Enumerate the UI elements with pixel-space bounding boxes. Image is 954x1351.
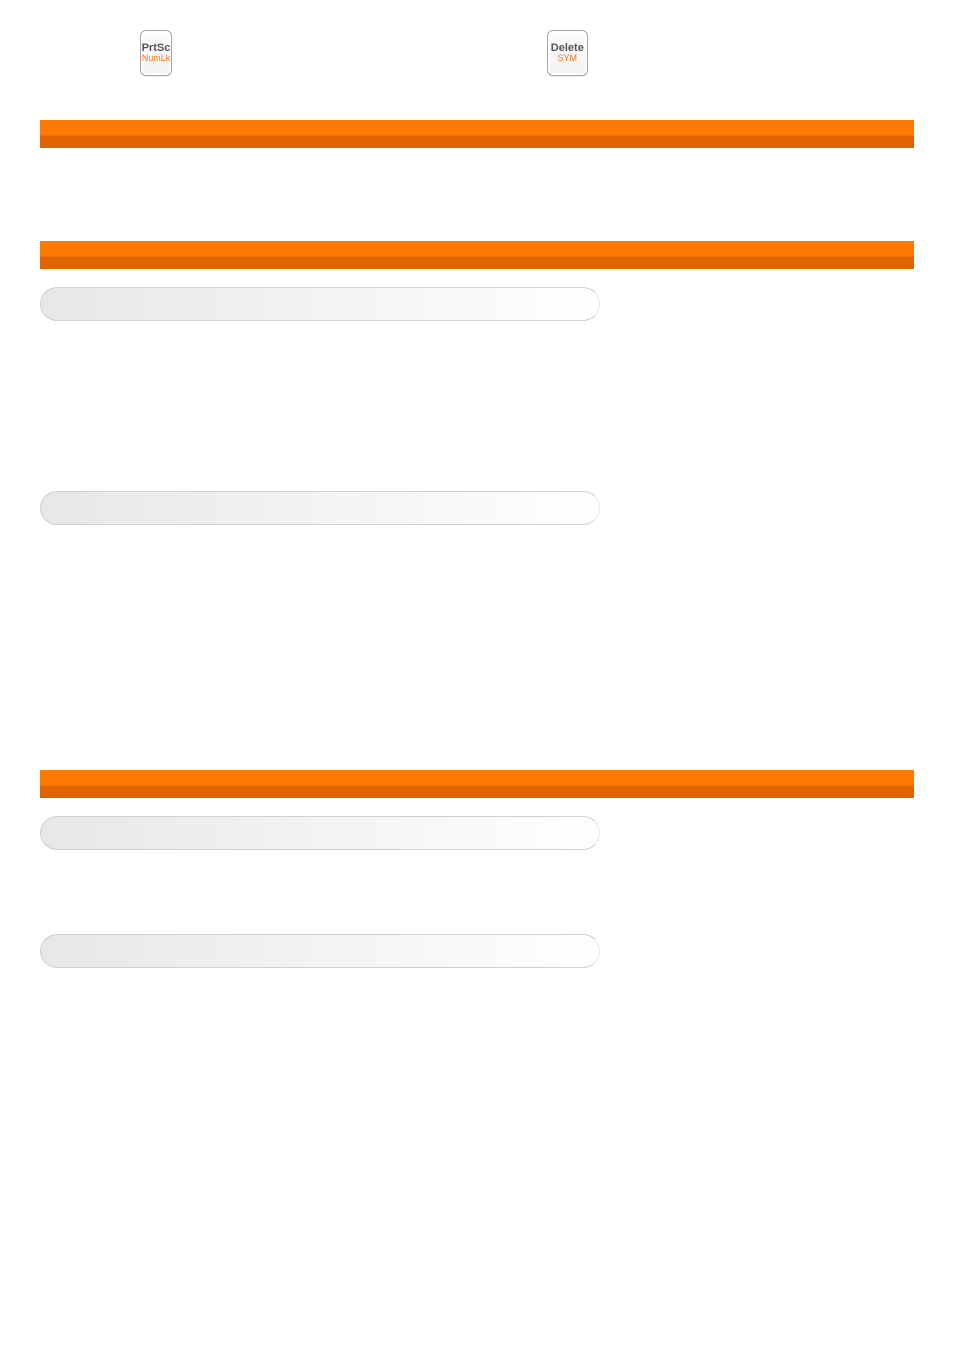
battery-led-list-2: Orange blinking (0.5 sec on / off): Ther… xyxy=(80,390,914,434)
key-cell-prtsc: PrtSc NumLk Use this key, together with … xyxy=(140,30,507,76)
battery-led-list-3: Off: The battery pack is not installed, … xyxy=(80,442,914,464)
section-bar-3 xyxy=(40,770,914,798)
power-led-sublist: Off: Device is off. xyxy=(112,567,914,589)
callout-battery-led xyxy=(40,287,600,321)
key-label-sub: SYM xyxy=(558,54,578,63)
power-led-list: Green blinking with long "off" intervals… xyxy=(80,537,914,559)
callout-power-led xyxy=(40,491,600,525)
key-row: PrtSc NumLk Use this key, together with … xyxy=(140,30,914,76)
battery-led-list: Orange: Battery is being charged. Green:… xyxy=(80,333,914,383)
key-delete: Delete SYM xyxy=(547,30,588,76)
key-cell-delete: Delete SYM Press the Symbol key + Fn to … xyxy=(547,30,914,76)
power-warning-list-2: Green: The Device is on. xyxy=(112,645,914,667)
key-prtsc: PrtSc NumLk xyxy=(140,30,172,76)
power-warning-list-3: Green blinking with short "off" interval… xyxy=(80,674,914,696)
section-bar-2 xyxy=(40,241,914,269)
section-bar-1 xyxy=(40,120,914,148)
power-warning-list-4: Off: Device is off. xyxy=(80,704,914,726)
callout-extra xyxy=(40,934,600,968)
key-label-sub: NumLk xyxy=(142,54,171,63)
callout-microphone xyxy=(40,816,600,850)
power-warning-list: Never remove the battery pack while the … xyxy=(80,615,914,637)
